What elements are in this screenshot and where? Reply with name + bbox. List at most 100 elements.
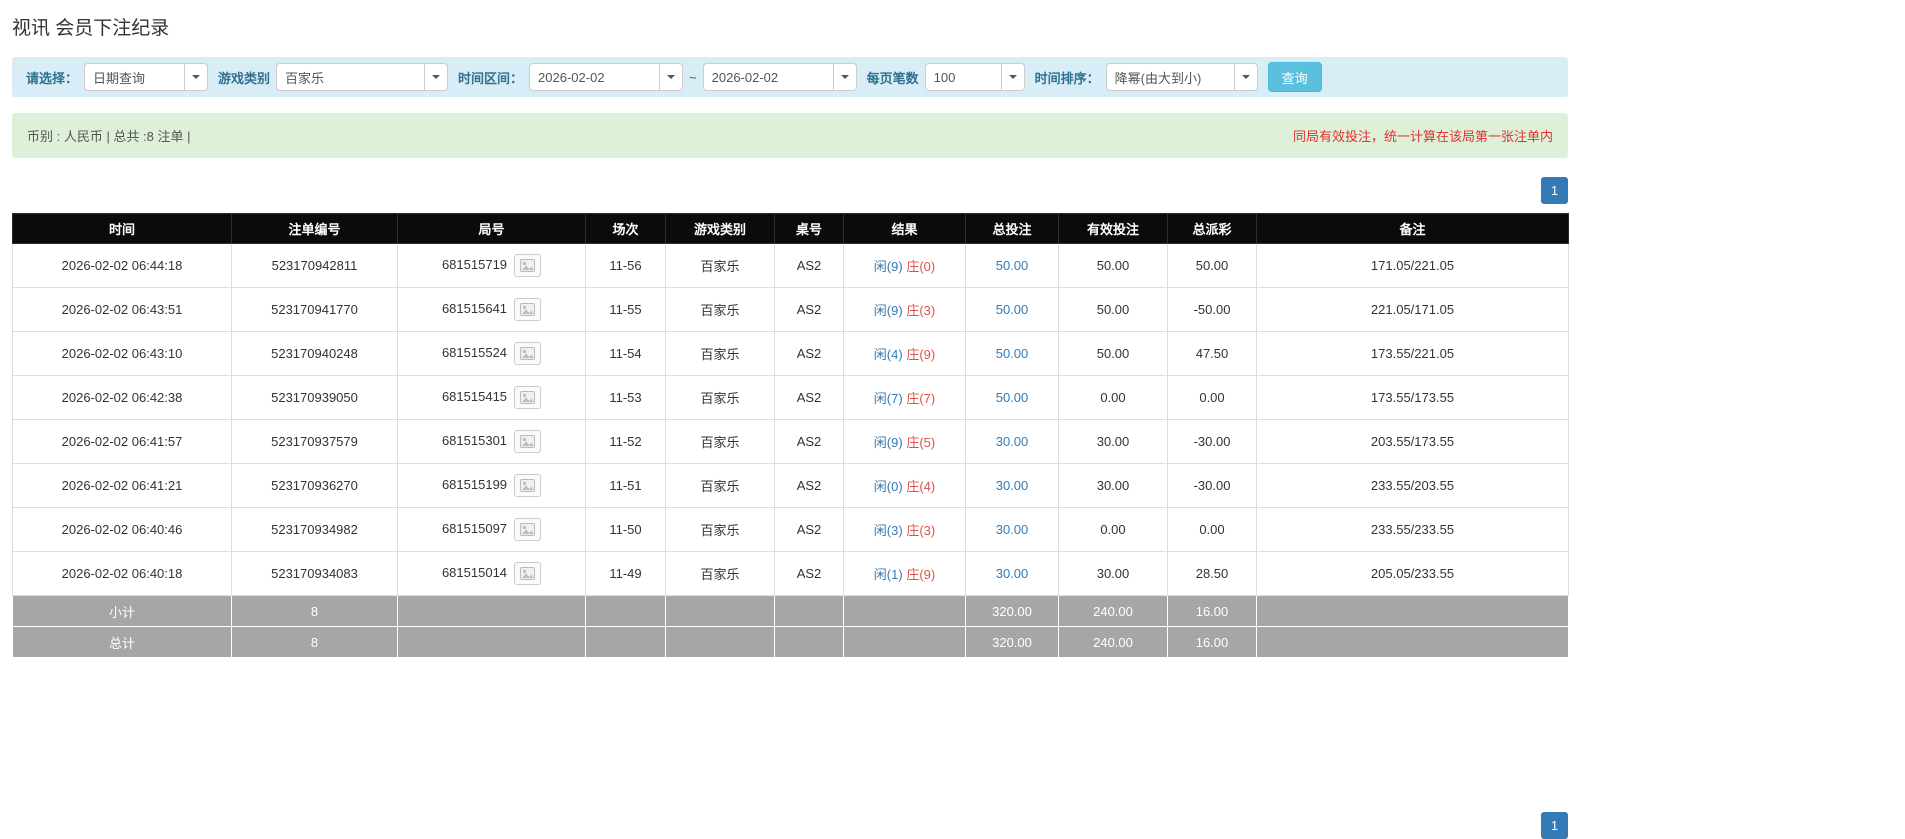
round-cell: 681515719: [397, 243, 586, 288]
bet-time: 2026-02-02 06:41:57: [12, 419, 232, 464]
query-type-input[interactable]: [84, 63, 185, 91]
session: 11-52: [585, 419, 666, 464]
round-video-button[interactable]: [514, 562, 542, 585]
time-sort-input[interactable]: [1105, 63, 1234, 91]
total-bet-link[interactable]: 30.00: [996, 478, 1029, 493]
table-row: 2026-02-02 06:42:38 523170939050 6815154…: [12, 375, 1569, 420]
table-row: 2026-02-02 06:40:18 523170934083 6815150…: [12, 551, 1569, 596]
column-header-total-bet: 总投注: [965, 213, 1059, 244]
table-number: AS2: [774, 331, 844, 376]
subtotal-label: 小计: [12, 595, 232, 627]
date-to-dropdown-button[interactable]: [832, 63, 857, 91]
table-row: 2026-02-02 06:43:10 523170940248 6815155…: [12, 331, 1569, 376]
round-video-button[interactable]: [514, 474, 542, 497]
column-header-valid-bet: 有效投注: [1058, 213, 1168, 244]
game-type-label: 游戏类别: [218, 70, 271, 86]
video-thumbnail-icon: [520, 303, 536, 316]
bet-id: 523170941770: [231, 287, 398, 332]
table-number: AS2: [774, 463, 844, 508]
date-to-input[interactable]: [702, 63, 833, 91]
bet-time: 2026-02-02 06:40:46: [12, 507, 232, 552]
result-cell: 闲(9) 庄(0): [843, 243, 966, 288]
total-bet-link[interactable]: 50.00: [996, 258, 1029, 273]
result-cell: 闲(0) 庄(4): [843, 463, 966, 508]
result-player: 闲(7): [873, 391, 903, 406]
round-video-button[interactable]: [514, 430, 542, 453]
session: 11-55: [585, 287, 666, 332]
game-type: 百家乐: [665, 331, 775, 376]
table-footer: 小计 8 320.00 240.00 16.00 总计 8 320.00 240…: [12, 595, 1569, 658]
total-bet-link[interactable]: 50.00: [996, 302, 1029, 317]
time-sort-dropdown-button[interactable]: [1233, 63, 1258, 91]
result-player: 闲(4): [873, 347, 903, 362]
valid-bet-notice-text: 同局有效投注，统一计算在该局第一张注单内: [1292, 129, 1553, 144]
bet-id: 523170937579: [231, 419, 398, 464]
table-row: 2026-02-02 06:44:18 523170942811 6815157…: [12, 243, 1569, 288]
session: 11-50: [585, 507, 666, 552]
total-bet-cell: 30.00: [965, 507, 1059, 552]
game-type-input[interactable]: [276, 63, 425, 91]
page-size-input[interactable]: [924, 63, 1001, 91]
total-bet-link[interactable]: 30.00: [996, 522, 1029, 537]
session: 11-51: [585, 463, 666, 508]
query-button[interactable]: 查询: [1267, 62, 1322, 92]
game-type: 百家乐: [665, 507, 775, 552]
main-content: 视讯 会员下注纪录 请选择： 游戏类别 时间区间： ~ 每页笔数 时间排序：: [12, 0, 1569, 658]
result-player: 闲(3): [873, 523, 903, 538]
total-label: 总计: [12, 626, 232, 658]
round-video-button[interactable]: [514, 298, 542, 321]
video-thumbnail-icon: [520, 259, 536, 272]
table-number: AS2: [774, 243, 844, 288]
column-header-result: 结果: [843, 213, 966, 244]
remark: 173.55/221.05: [1256, 331, 1569, 376]
round-video-button[interactable]: [514, 254, 542, 277]
bet-time: 2026-02-02 06:43:10: [12, 331, 232, 376]
total-payout: 16.00: [1167, 626, 1257, 658]
result-banker: 庄(4): [906, 479, 936, 494]
video-thumbnail-icon: [520, 347, 536, 360]
time-range-label: 时间区间：: [458, 70, 524, 86]
round-video-button[interactable]: [514, 386, 542, 409]
round-id: 681515014: [441, 564, 508, 580]
date-from-dropdown-button[interactable]: [659, 63, 684, 91]
total-bet-link[interactable]: 50.00: [996, 346, 1029, 361]
total-bet-link[interactable]: 30.00: [996, 566, 1029, 581]
total-valid-bet: 240.00: [1058, 626, 1168, 658]
round-cell: 681515641: [397, 287, 586, 332]
payout: 47.50: [1167, 331, 1257, 376]
video-thumbnail-icon: [520, 435, 536, 448]
game-type: 百家乐: [665, 287, 775, 332]
result-cell: 闲(3) 庄(3): [843, 507, 966, 552]
session: 11-54: [585, 331, 666, 376]
page-size-dropdown-button[interactable]: [1000, 63, 1025, 91]
total-bet-cell: 50.00: [965, 243, 1059, 288]
bet-id: 523170942811: [231, 243, 398, 288]
game-type-dropdown-button[interactable]: [424, 63, 449, 91]
valid-bet: 0.00: [1058, 507, 1168, 552]
chevron-down-icon: [1241, 75, 1250, 79]
table-number: AS2: [774, 551, 844, 596]
date-from-input[interactable]: [529, 63, 660, 91]
query-type-dropdown-button[interactable]: [184, 63, 209, 91]
game-type: 百家乐: [665, 243, 775, 288]
bet-time: 2026-02-02 06:42:38: [12, 375, 232, 420]
round-id: 681515641: [441, 300, 508, 316]
valid-bet: 50.00: [1058, 287, 1168, 332]
remark: 221.05/171.05: [1256, 287, 1569, 332]
valid-bet: 30.00: [1058, 463, 1168, 508]
chevron-down-icon: [840, 75, 849, 79]
pagination-page-1-button[interactable]: 1: [1541, 177, 1568, 204]
valid-bet: 30.00: [1058, 419, 1168, 464]
payout: 28.50: [1167, 551, 1257, 596]
total-bet-link[interactable]: 50.00: [996, 390, 1029, 405]
total-bet-cell: 30.00: [965, 419, 1059, 464]
subtotal-row: 小计 8 320.00 240.00 16.00: [12, 595, 1569, 627]
round-video-button[interactable]: [514, 342, 542, 365]
remark: 233.55/203.55: [1256, 463, 1569, 508]
result-player: 闲(9): [873, 435, 903, 450]
total-row: 总计 8 320.00 240.00 16.00: [12, 626, 1569, 658]
result-cell: 闲(4) 庄(9): [843, 331, 966, 376]
round-video-button[interactable]: [514, 518, 542, 541]
total-bet-link[interactable]: 30.00: [996, 434, 1029, 449]
payout: 0.00: [1167, 375, 1257, 420]
